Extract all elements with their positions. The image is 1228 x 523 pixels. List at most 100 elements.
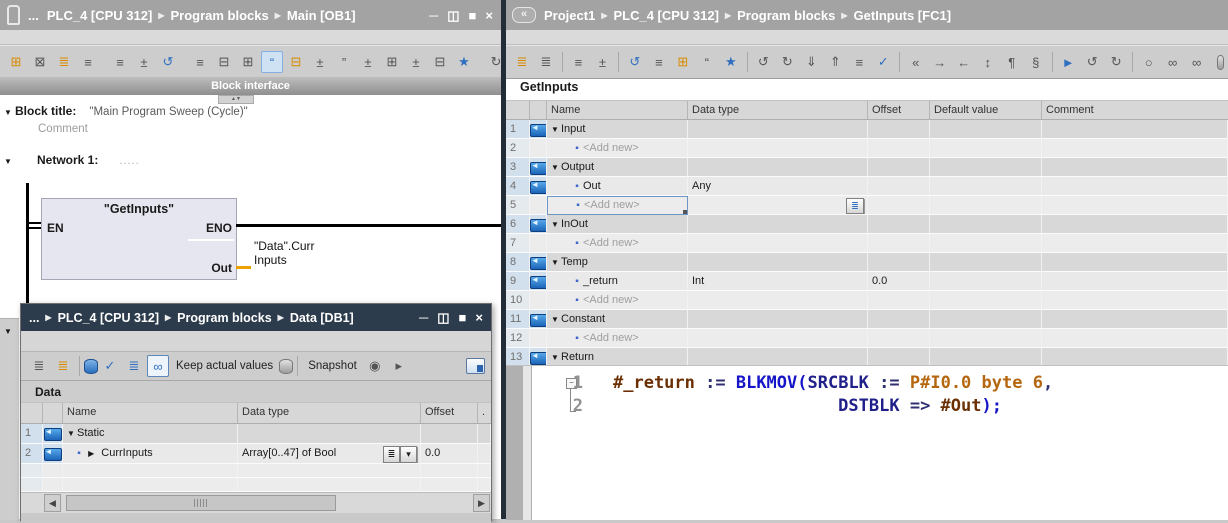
call-block-name[interactable]: "GetInputs" [42,202,236,216]
keep-actual-values-label[interactable]: Keep actual values [176,360,273,372]
collapse-block-title-icon[interactable]: ▼ [4,108,12,117]
block-interface-splitter[interactable]: Block interface [0,77,501,95]
interface-table-row[interactable]: 11 ▼Constant ≣ [506,310,1228,329]
expand-arrow-icon[interactable]: ▸ [388,355,410,377]
previous-position-icon[interactable]: ↺ [1081,51,1103,73]
open-branch-icon[interactable]: ⊞ [381,51,403,73]
breadcrumb-main-ob1[interactable]: Main [OB1] [287,8,356,23]
open-all-networks-icon[interactable]: ≣ [53,51,75,73]
scrollbar-thumb[interactable] [66,495,336,511]
code-line-2[interactable]: 2 DSTBLK => #Out); [531,395,1053,418]
breadcrumb-getinputs-fc1[interactable]: GetInputs [FC1] [854,8,952,23]
breadcrumb-plc[interactable]: PLC_4 [CPU 312] [613,8,718,23]
empty-row[interactable] [21,478,491,492]
keep-values-db-icon[interactable] [1217,55,1224,70]
favorites-icon[interactable]: ★ [453,51,475,73]
main-editor-titlebar[interactable]: ... PLC_4 [CPU 312] ▶ Program blocks ▶ M… [0,0,501,30]
fc1-editor-titlebar[interactable]: « Project1 ▶ PLC_4 [CPU 312] ▶ Program b… [506,0,1228,30]
mark-lines-icon[interactable]: ¶ [1001,51,1023,73]
insert-row-icon[interactable]: ≡ [567,51,589,73]
reset-start-values-icon[interactable]: ↺ [157,51,179,73]
interface-table-row[interactable]: 4 ▪Out Any≣ [506,177,1228,196]
datatype-dropdown-button[interactable]: ▾ [400,446,417,463]
open-all-sections-icon[interactable]: ≣ [511,51,533,73]
add-row-icon[interactable]: ± [591,51,613,73]
scroll-left-icon[interactable]: ◀ [44,494,61,512]
col-offset[interactable]: Offset [868,101,930,119]
interface-table-row[interactable]: 5 ▪<Add new> ≣ [506,196,1228,215]
insert-row-icon[interactable]: ≣ [28,355,50,377]
normally-open-contact-icon[interactable]: ≡ [189,51,211,73]
col-default-value[interactable]: Default value [930,101,1042,119]
close-all-networks-icon[interactable]: ≡ [77,51,99,73]
eno-pin[interactable]: ENO [206,221,232,235]
collapse-network-icon[interactable]: ▼ [4,157,12,166]
breadcrumb-plc[interactable]: PLC_4 [CPU 312] [58,311,159,325]
coil-icon[interactable]: ⊞ [237,51,259,73]
breadcrumb-program-blocks[interactable]: Program blocks [177,311,271,325]
datatype-list-button[interactable]: ≣ [383,446,400,463]
out-operand[interactable]: "Data".Curr Inputs [254,239,315,267]
undo-icon[interactable]: ↺ [752,51,774,73]
close-branch-icon[interactable]: ⊟ [429,51,451,73]
normally-closed-contact-icon[interactable]: ⊟ [213,51,235,73]
absolute-operands-icon[interactable]: ≡ [648,51,670,73]
bookmark-icon[interactable]: ► [1057,51,1079,73]
apply-actual-values-icon[interactable]: ✓ [99,355,121,377]
interface-table-row[interactable]: 1 ▼Input ≣ [506,120,1228,139]
check-consistency-icon[interactable]: ✓ [872,51,894,73]
interface-table-row[interactable]: 7 ▪<Add new> ≣ [506,234,1228,253]
download-icon[interactable]: ⇓ [800,51,822,73]
out-pin[interactable]: Out [211,261,232,275]
breadcrumb-data-db1[interactable]: Data [DB1] [290,311,354,325]
breadcrumb-plc[interactable]: PLC_4 [CPU 312] [47,8,152,23]
interface-table-row[interactable]: 8 ▼Temp ≣ [506,253,1228,272]
breadcrumb-program-blocks[interactable]: Program blocks [170,8,268,23]
split-button[interactable]: ◫ [437,311,449,324]
comment-toggle-icon[interactable]: “ [261,51,283,73]
add-row-icon[interactable]: ± [133,51,155,73]
col-comment[interactable]: Comment [1042,101,1228,119]
interface-table-row[interactable]: 9 ▪_return Int≣ 0.0 [506,272,1228,291]
horizontal-scrollbar[interactable]: ◀ ▶ [21,492,491,513]
network-1-header[interactable]: ▼ Network 1: ..... [4,153,140,167]
breakpoint-gutter[interactable] [506,366,523,520]
empty-row[interactable] [21,464,491,478]
block-title-value[interactable]: "Main Program Sweep (Cycle)" [89,106,247,118]
next-position-icon[interactable]: ↻ [1105,51,1127,73]
interface-table-row[interactable]: 3 ▼Output ≣ [506,158,1228,177]
monitor-on-icon[interactable]: ∞ [1162,51,1184,73]
insert-empty-box-icon[interactable]: ⊟ [285,51,307,73]
expand-comment-icon[interactable]: ± [357,51,379,73]
interface-table-row[interactable]: 12 ▪<Add new> ≣ [506,329,1228,348]
format-source-icon[interactable]: ≡ [848,51,870,73]
insert-network-icon[interactable]: ⊞ [5,51,27,73]
minimize-button[interactable]: ─ [419,311,428,324]
scroll-right-icon[interactable]: ▶ [473,494,490,512]
maximize-button[interactable]: ■ [459,311,467,324]
interface-splitter-handle[interactable]: ▲▼ [218,95,254,104]
expand-icon[interactable]: ▶ [88,449,94,458]
data-window-titlebar[interactable]: ... ▶ PLC_4 [CPU 312] ▶ Program blocks ▶… [21,304,491,331]
block-comment-placeholder[interactable]: Comment [38,123,88,135]
col-name[interactable]: Name [547,101,688,119]
keep-actual-values-icon[interactable]: ↺ [624,51,646,73]
snapshot-label[interactable]: Snapshot [308,360,357,372]
outdent-icon[interactable]: ← [953,51,975,73]
col-name[interactable]: Name [63,403,238,423]
close-button[interactable]: × [475,311,483,324]
minimize-button[interactable]: ─ [429,9,438,22]
breadcrumb-project[interactable]: Project1 [544,8,595,23]
unmark-lines-icon[interactable]: § [1025,51,1047,73]
interface-table-row[interactable]: 6 ▼InOut ≣ [506,215,1228,234]
back-icon[interactable]: « [512,7,536,23]
upload-icon[interactable]: ⇑ [824,51,846,73]
col-offset[interactable]: Offset [421,403,478,423]
code-line-1[interactable]: 1 #_return := BLKMOV(SRCBLK := P#I0.0 by… [531,372,1053,395]
keep-actual-values-icon[interactable] [279,359,293,374]
insert-comment-icon[interactable]: ” [333,51,355,73]
indent-icon[interactable]: → [929,51,951,73]
insert-block-icon[interactable]: ⊞ [672,51,694,73]
col-data-type[interactable]: Data type [688,101,868,119]
breadcrumb-collapsed[interactable]: ... [28,8,39,23]
